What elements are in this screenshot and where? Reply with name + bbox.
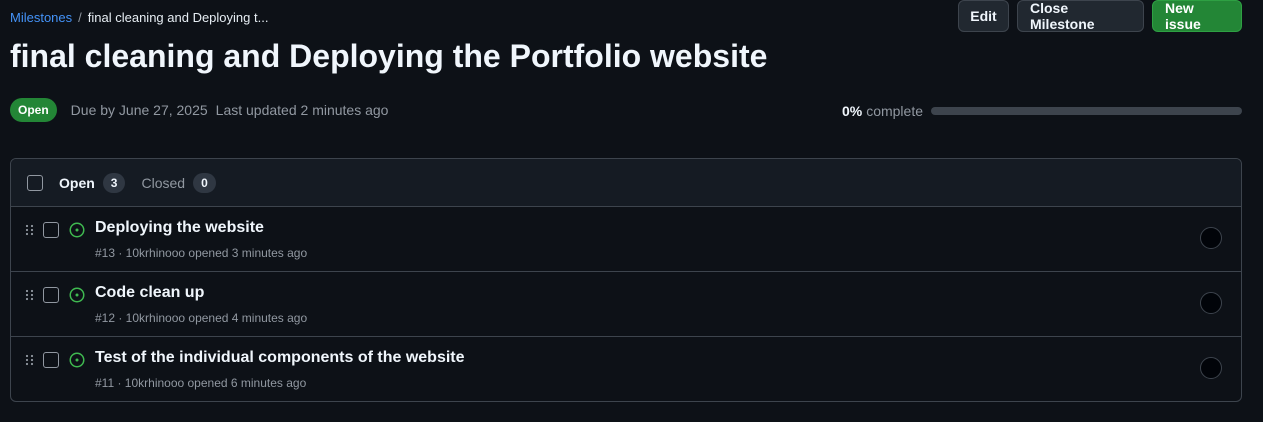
avatar[interactable]: [1200, 227, 1222, 249]
issue-meta: #11 · 10krhinooo opened 6 minutes ago: [95, 376, 307, 390]
issue-checkbox[interactable]: [43, 352, 59, 368]
avatar[interactable]: [1200, 292, 1222, 314]
issue-meta: #13 · 10krhinooo opened 3 minutes ago: [95, 246, 308, 260]
milestone-meta: Open Due by June 27, 2025 Last updated 2…: [10, 98, 388, 122]
issue-opened-icon: [69, 352, 85, 368]
issue-checkbox[interactable]: [43, 287, 59, 303]
issue-row[interactable]: Test of the individual components of the…: [11, 337, 1241, 401]
edit-button[interactable]: Edit: [958, 0, 1009, 32]
issue-row[interactable]: Deploying the website #13 · 10krhinooo o…: [11, 207, 1241, 272]
grabber-icon[interactable]: [25, 223, 35, 236]
issue-checkbox[interactable]: [43, 222, 59, 238]
tab-closed[interactable]: Closed 0: [141, 172, 216, 193]
tab-open[interactable]: Open 3: [59, 172, 126, 193]
due-date: Due by June 27, 2025: [70, 102, 208, 118]
tab-closed-label: Closed: [141, 174, 186, 191]
open-count: 3: [102, 172, 126, 193]
breadcrumb: Milestones / final cleaning and Deployin…: [10, 10, 268, 25]
issues-list-header: Open 3 Closed 0: [11, 159, 1241, 207]
closed-count: 0: [193, 172, 216, 193]
grabber-icon[interactable]: [25, 288, 35, 301]
tab-open-label: Open: [59, 174, 95, 191]
progress-complete-label: complete: [866, 103, 923, 119]
grabber-icon[interactable]: [25, 353, 35, 366]
milestone-title: final cleaning and Deploying the Portfol…: [10, 38, 768, 74]
last-updated: Last updated 2 minutes ago: [215, 102, 389, 118]
breadcrumb-separator: /: [78, 10, 82, 25]
issue-meta: #12 · 10krhinooo opened 4 minutes ago: [95, 311, 308, 325]
issue-title[interactable]: Code clean up: [95, 284, 204, 302]
issue-title[interactable]: Test of the individual components of the…: [95, 349, 465, 367]
breadcrumb-current: final cleaning and Deploying t...: [87, 10, 269, 25]
avatar[interactable]: [1200, 357, 1222, 379]
progress-percent: 0%: [841, 103, 863, 119]
milestone-page: Milestones / final cleaning and Deployin…: [0, 0, 1263, 422]
progress-area: 0% complete: [842, 103, 1242, 119]
issue-row[interactable]: Code clean up #12 · 10krhinooo opened 4 …: [11, 272, 1241, 337]
issues-list: Open 3 Closed 0 Deploying the website #1…: [10, 158, 1242, 402]
header-actions: Edit Close Milestone New issue: [958, 0, 1242, 32]
close-milestone-button[interactable]: Close Milestone: [1017, 0, 1144, 32]
status-badge: Open: [10, 98, 57, 122]
breadcrumb-milestones-link[interactable]: Milestones: [10, 10, 72, 25]
issue-opened-icon: [69, 222, 85, 238]
issue-opened-icon: [69, 287, 85, 303]
select-all-checkbox[interactable]: [27, 174, 43, 191]
progress-bar: [931, 107, 1242, 115]
issue-title[interactable]: Deploying the website: [95, 219, 264, 237]
new-issue-button[interactable]: New issue: [1152, 0, 1242, 32]
